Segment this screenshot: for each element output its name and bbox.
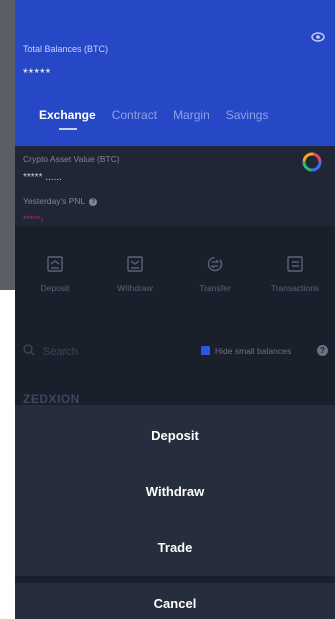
- withdraw-action[interactable]: Withdraw: [95, 256, 175, 293]
- total-balances-label: Total Balances (BTC): [23, 44, 109, 54]
- pnl-label: Yesterday's PNL ?: [23, 196, 98, 206]
- tab-margin[interactable]: Margin: [173, 108, 210, 122]
- hide-small-balances-checkbox[interactable]: [201, 346, 210, 355]
- search-input[interactable]: [39, 340, 153, 364]
- asset-summary: Crypto Asset Value (BTC) ***** ...... Ye…: [15, 146, 335, 226]
- transactions-label: Transactions: [270, 283, 320, 293]
- search-icon: [23, 344, 35, 356]
- pnl-value: *****›: [23, 214, 44, 224]
- deposit-icon: [47, 256, 63, 272]
- info-icon[interactable]: ?: [89, 197, 98, 206]
- tab-contract[interactable]: Contract: [112, 108, 157, 122]
- sheet-cancel-button[interactable]: Cancel: [15, 575, 335, 619]
- transactions-action[interactable]: Transactions: [255, 256, 335, 293]
- total-balances-value: *****: [23, 66, 52, 80]
- transfer-label: Transfer: [199, 283, 231, 293]
- eye-icon[interactable]: [311, 30, 325, 44]
- account-tabs: Exchange Contract Margin Savings: [15, 108, 335, 122]
- tab-exchange[interactable]: Exchange: [39, 108, 96, 122]
- quick-actions: Deposit Withdraw Transfer Transactions: [15, 256, 335, 312]
- deposit-action[interactable]: Deposit: [15, 256, 95, 293]
- crypto-asset-value: ***** ......: [23, 172, 62, 183]
- transfer-action[interactable]: Transfer: [175, 256, 255, 293]
- sheet-trade-button[interactable]: Trade: [15, 519, 335, 576]
- transfer-icon: [207, 256, 223, 272]
- withdraw-label: Withdraw: [117, 283, 153, 293]
- balance-header: Total Balances (BTC) ***** Exchange Cont…: [15, 0, 335, 146]
- tab-savings[interactable]: Savings: [226, 108, 269, 122]
- crypto-asset-label: Crypto Asset Value (BTC): [23, 154, 120, 164]
- transactions-icon: [287, 256, 303, 272]
- app-screen: Total Balances (BTC) ***** Exchange Cont…: [15, 0, 335, 619]
- action-sheet: Deposit Withdraw Trade Cancel: [15, 405, 335, 619]
- coin-list-item[interactable]: ZEDXION: [23, 392, 80, 406]
- sheet-deposit-button[interactable]: Deposit: [15, 407, 335, 464]
- withdraw-icon: [127, 256, 143, 272]
- active-tab-indicator: [59, 128, 77, 130]
- deposit-label: Deposit: [40, 283, 70, 293]
- search-row: Hide small balances ?: [15, 340, 335, 364]
- help-icon[interactable]: ?: [317, 345, 328, 356]
- sheet-withdraw-button[interactable]: Withdraw: [15, 463, 335, 520]
- asset-distribution-icon[interactable]: [301, 151, 323, 173]
- hide-small-balances-label: Hide small balances: [215, 346, 292, 356]
